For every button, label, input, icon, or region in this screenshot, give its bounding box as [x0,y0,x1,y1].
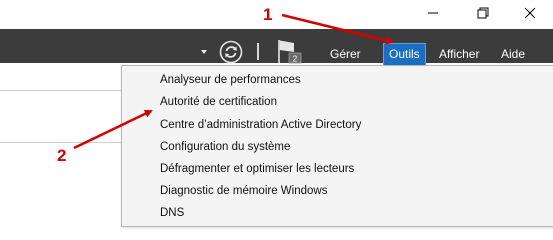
menu-item-ad-admin-center[interactable]: Centre d’administration Active Directory [160,115,361,135]
notification-badge: 2 [293,55,298,64]
minimize-icon [427,7,439,19]
menu-item-dns[interactable]: DNS [160,203,184,223]
menu-afficher[interactable]: Afficher [434,44,484,65]
menu-outils[interactable]: Outils [383,43,426,66]
menu-item-memory-diagnostic[interactable]: Diagnostic de mémoire Windows [160,181,327,201]
menu-gerer[interactable]: Gérer [325,44,366,65]
menu-item-system-configuration[interactable]: Configuration du système [160,137,290,157]
menu-item-performance-monitor[interactable]: Analyseur de performances [160,70,301,90]
flag-icon[interactable]: 2 [276,38,302,64]
close-icon [524,7,536,19]
refresh-icon[interactable] [219,40,243,64]
restore-button[interactable] [460,0,506,25]
menu-aide[interactable]: Aide [496,44,530,65]
tools-dropdown-menu: Analyseur de performances Autorité de ce… [121,65,553,227]
title-bar [0,0,553,25]
annotation-label-1: 1 [263,5,273,24]
toolbar-divider [257,43,259,60]
chevron-down-icon[interactable] [201,50,207,54]
pane-divider [0,142,121,143]
restore-icon [477,7,489,19]
close-button[interactable] [507,0,553,25]
pane-divider [0,90,121,91]
minimize-button[interactable] [410,0,456,25]
menu-item-defragment-drives[interactable]: Défragmenter et optimiser les lecteurs [160,159,354,179]
menu-item-certification-authority[interactable]: Autorité de certification [160,92,277,112]
annotation-label-2: 2 [57,146,67,165]
